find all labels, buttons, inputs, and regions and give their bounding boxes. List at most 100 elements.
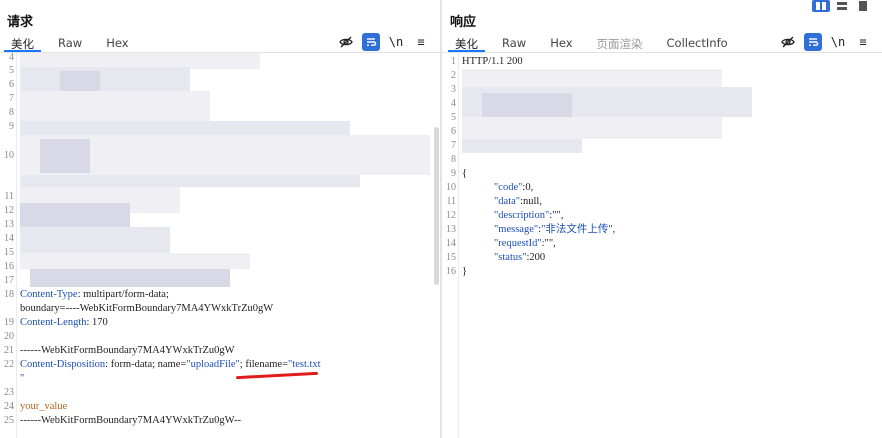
code-line: 18 Content-Type: multipart/form-data; [0, 288, 441, 302]
line-number: 16 [4, 261, 14, 272]
upload-field-name: "uploadFile" [186, 359, 240, 370]
code-line: 1 HTTP/1.1 200 [442, 55, 882, 69]
body-value: your_value [20, 401, 68, 412]
line-number: 3 [451, 84, 456, 95]
line-number: 5 [9, 65, 14, 76]
line-number: 2 [451, 70, 456, 81]
code-line: 21 ------WebKitFormBoundary7MA4YWxkTrZu0… [0, 344, 441, 358]
line-number: 4 [451, 98, 456, 109]
json-value: :"", [549, 210, 564, 221]
newline-toggle[interactable]: \n [387, 33, 405, 51]
wrap-icon[interactable] [362, 33, 380, 51]
line-number: 16 [446, 266, 456, 277]
line-number: 1 [451, 56, 456, 67]
response-tab-collectinfo[interactable]: CollectInfo [660, 34, 735, 52]
code-line: 16 [0, 260, 441, 274]
boundary-line: ------WebKitFormBoundary7MA4YWxkTrZu0gW-… [20, 415, 241, 426]
request-title: 请求 [7, 15, 34, 30]
split-vertical-icon[interactable] [833, 0, 851, 12]
response-tab-raw[interactable]: Raw [495, 34, 533, 52]
request-editor[interactable]: 4 5 6 7 8 9 10 11 12 13 14 15 16 17 18 C… [0, 53, 441, 438]
code-line: 9 { [442, 167, 882, 181]
line-number: 7 [451, 140, 456, 151]
code-line: 4 [442, 97, 882, 111]
line-number: 18 [4, 289, 14, 300]
code-line: 24 your_value [0, 400, 441, 414]
upload-filename-cont: " [20, 373, 25, 384]
json-value: :null, [520, 196, 542, 207]
response-tab-hex[interactable]: Hex [543, 34, 579, 52]
code-line: 8 [442, 153, 882, 167]
header-value: : form-data; name= [105, 359, 187, 370]
eye-off-icon[interactable] [337, 33, 355, 51]
header-value: : 170 [86, 317, 108, 328]
line-number: 6 [451, 126, 456, 137]
line-number: 21 [4, 345, 14, 356]
code-line: 7 [0, 92, 441, 106]
code-line: 14 [0, 232, 441, 246]
line-number: 23 [4, 387, 14, 398]
code-line: 16 } [442, 265, 882, 279]
header-value: boundary=----WebKitFormBoundary7MA4YWxkT… [20, 303, 274, 314]
code-line: 15 "status":200 [442, 251, 882, 265]
header-key: Content-Length [20, 317, 87, 328]
code-line: 5 [442, 111, 882, 125]
line-number: 25 [4, 415, 14, 426]
code-line: 13 "message":"非法文件上传", [442, 223, 882, 237]
code-line: 6 [442, 125, 882, 139]
line-number: 13 [4, 219, 14, 230]
response-tab-render[interactable]: 页面渲染 [590, 34, 650, 52]
line-number: 11 [4, 191, 14, 202]
json-key: "data" [494, 196, 521, 207]
line-number: 17 [4, 275, 14, 286]
json-key: "status" [494, 252, 527, 263]
single-pane-icon[interactable] [854, 0, 872, 12]
response-editor[interactable]: 1 HTTP/1.1 200 2 3 4 5 6 7 8 9 { 10 "cod… [442, 53, 882, 438]
code-line: 25 ------WebKitFormBoundary7MA4YWxkTrZu0… [0, 414, 441, 428]
code-line: 13 [0, 218, 441, 232]
code-line: 6 [0, 78, 441, 92]
line-number: 9 [451, 168, 456, 179]
code-line: 11 [0, 190, 441, 204]
request-scrollbar[interactable] [434, 127, 439, 285]
line-number: 9 [9, 121, 14, 132]
code-line: 8 [0, 106, 441, 120]
wrap-icon[interactable] [804, 33, 822, 51]
json-message-value: "非法文件上传" [541, 224, 613, 235]
line-number: 12 [446, 210, 456, 221]
line-number: 20 [4, 331, 14, 342]
line-number: 15 [4, 247, 14, 258]
code-line: 10 [0, 149, 441, 163]
request-toolbar: \n ≡ [330, 33, 430, 51]
code-line: 11 "data":null, [442, 195, 882, 209]
header-key: Content-Disposition [20, 359, 106, 370]
code-line: 12 "description":"", [442, 209, 882, 223]
request-tab-raw[interactable]: Raw [51, 34, 89, 52]
response-tabs: 美化 Raw Hex 页面渲染 CollectInfo [448, 34, 745, 52]
response-toolbar: \n ≡ [772, 33, 872, 51]
code-line-wrapped: boundary=----WebKitFormBoundary7MA4YWxkT… [0, 302, 441, 316]
code-line: 3 [442, 83, 882, 97]
header-value: : multipart/form-data; [77, 289, 169, 300]
newline-toggle[interactable]: \n [829, 33, 847, 51]
response-title: 响应 [450, 15, 477, 30]
json-value: :200 [526, 252, 546, 263]
line-number: 15 [446, 252, 456, 263]
response-tab-beautify[interactable]: 美化 [448, 34, 485, 52]
code-line-wrapped: " [0, 372, 441, 386]
code-line: 15 [0, 246, 441, 260]
eye-off-icon[interactable] [779, 33, 797, 51]
line-number: 14 [4, 233, 14, 244]
line-number: 10 [446, 182, 456, 193]
code-line: 14 "requestId":"", [442, 237, 882, 251]
line-number: 22 [4, 359, 14, 370]
request-tab-hex[interactable]: Hex [99, 34, 135, 52]
request-pane: 请求 美化 Raw Hex \n ≡ 4 5 6 7 8 9 10 11 12 … [0, 0, 441, 438]
line-number: 11 [446, 196, 456, 207]
request-tab-beautify[interactable]: 美化 [4, 34, 41, 52]
split-horizontal-icon[interactable] [812, 0, 830, 12]
menu-icon[interactable]: ≡ [854, 33, 872, 51]
menu-icon[interactable]: ≡ [412, 33, 430, 51]
header-key: Content-Type [20, 289, 78, 300]
json-key: "description" [494, 210, 550, 221]
